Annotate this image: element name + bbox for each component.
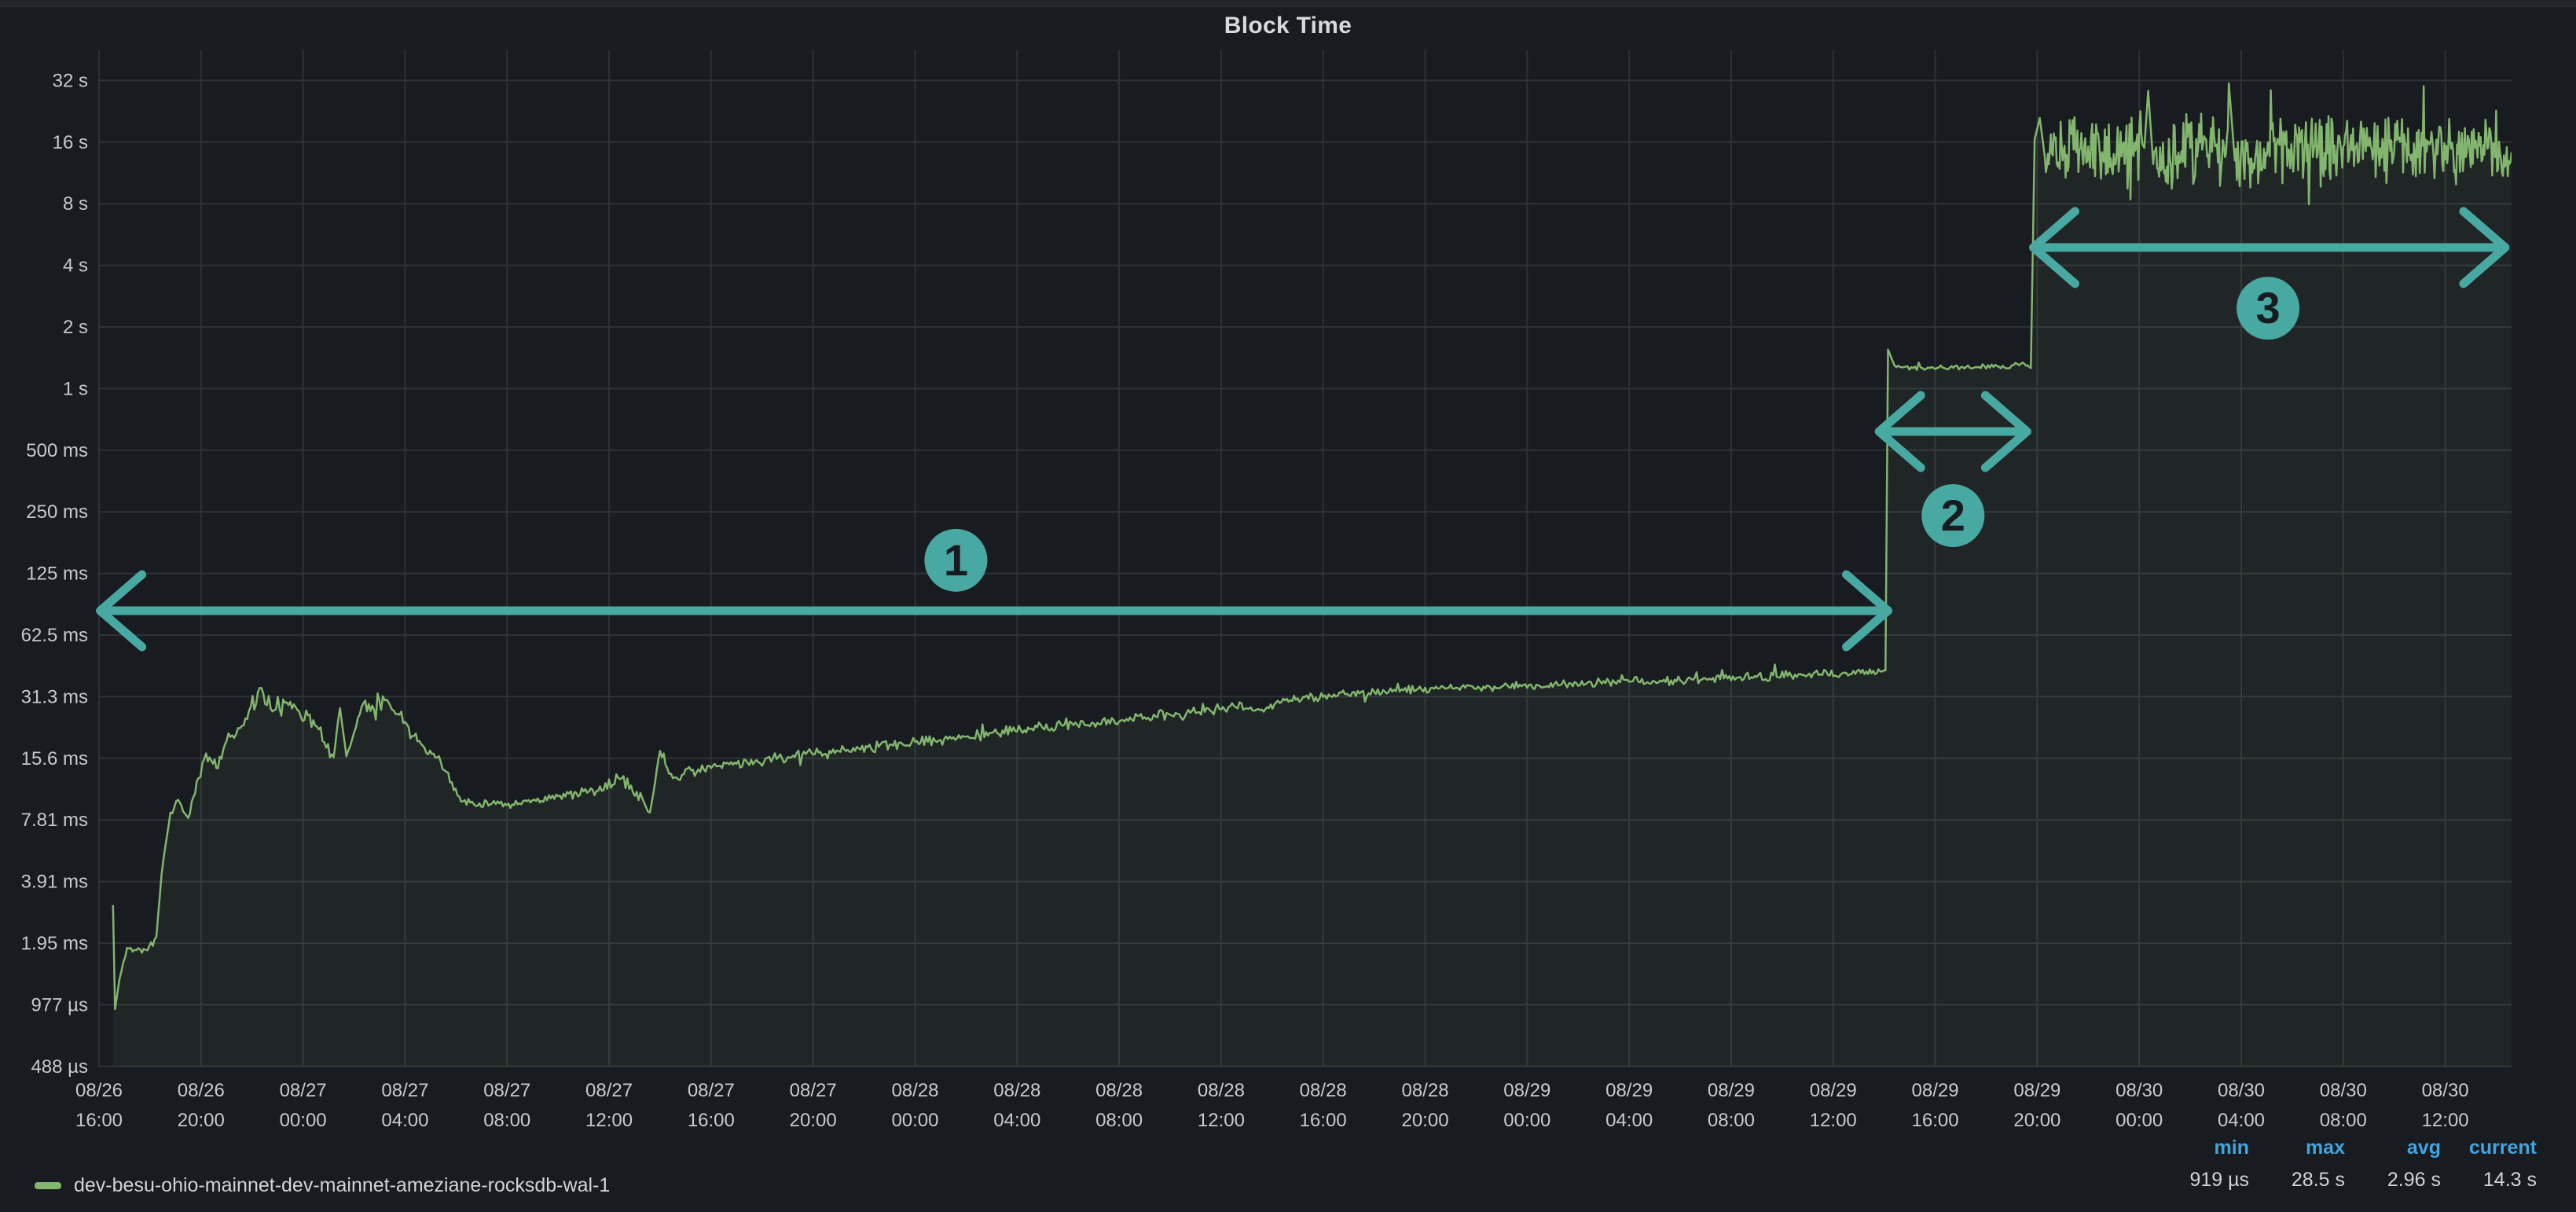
y-axis-tick-label: 488 µs xyxy=(31,1056,88,1078)
y-axis-tick-label: 3.91 ms xyxy=(21,872,88,893)
y-axis-tick-label: 1 s xyxy=(63,378,88,399)
x-axis-tick-label: 08/2820:00 xyxy=(1401,1080,1448,1131)
x-axis-tick-label: 08/2808:00 xyxy=(1095,1080,1143,1131)
x-axis-tick-label: 08/2812:00 xyxy=(1198,1080,1245,1131)
y-axis: 32 s 16 s 8 s 4 s 2 s 1 s 500 ms 250 ms 125 ms 62… xyxy=(21,70,88,1077)
stat-header-min[interactable]: min xyxy=(2180,1137,2249,1159)
stat-value-current: 14.3 s xyxy=(2468,1169,2537,1192)
x-axis-tick-label: 08/2616:00 xyxy=(75,1080,123,1131)
x-axis-tick-label: 08/3008:00 xyxy=(2320,1080,2367,1131)
y-axis-tick-label: 125 ms xyxy=(26,564,88,585)
series-area-fill xyxy=(113,83,2512,1067)
series-layer xyxy=(113,83,2512,1067)
legend-series-swatch[interactable] xyxy=(35,1182,61,1189)
x-axis-tick-label: 08/3004:00 xyxy=(2218,1080,2265,1131)
y-axis-tick-label: 15.6 ms xyxy=(21,748,88,769)
grafana-panel: Block Time 32 s16 s8 s4 s2 s1 s500 ms250… xyxy=(0,0,2576,1212)
x-axis-tick-label: 08/2716:00 xyxy=(688,1080,735,1131)
x-axis-tick-label: 08/2908:00 xyxy=(1708,1080,1755,1131)
badge-number: 1 xyxy=(944,535,968,585)
x-axis-tick-label: 08/2816:00 xyxy=(1300,1080,1347,1131)
x-axis-tick-label: 08/2704:00 xyxy=(381,1080,428,1131)
x-axis-tick-label: 08/2620:00 xyxy=(178,1080,225,1131)
y-axis-tick-label: 2 s xyxy=(63,317,88,338)
legend-item[interactable]: dev-besu-ohio-mainnet-dev-mainnet-amezia… xyxy=(35,1174,610,1197)
annotation-badge-2: 2 xyxy=(1921,484,1984,547)
y-axis-tick-label: 250 ms xyxy=(26,501,88,523)
y-axis-tick-label: 500 ms xyxy=(26,440,88,461)
x-axis-tick-label: 08/2920:00 xyxy=(2013,1080,2060,1131)
x-axis-tick-label: 08/2700:00 xyxy=(280,1080,327,1131)
y-axis-tick-label: 7.81 ms xyxy=(21,810,88,831)
chart-canvas[interactable]: 32 s 16 s 8 s 4 s 2 s 1 s 500 ms 250 ms 125 ms 62… xyxy=(0,0,2576,1212)
x-axis-tick-label: 08/2804:00 xyxy=(993,1080,1040,1131)
y-axis-tick-label: 62.5 ms xyxy=(21,625,88,646)
annotation-arrow-1 xyxy=(101,575,1888,647)
x-axis-tick-label: 08/2916:00 xyxy=(1912,1080,1959,1131)
badge-number: 2 xyxy=(1941,490,1965,540)
x-axis-tick-label: 08/2708:00 xyxy=(483,1080,530,1131)
x-axis-tick-label: 08/2912:00 xyxy=(1810,1080,1857,1131)
y-axis-tick-label: 1.95 ms xyxy=(21,933,88,954)
y-axis-tick-label: 977 µs xyxy=(31,994,88,1016)
stat-header-current[interactable]: current xyxy=(2468,1137,2537,1159)
y-axis-tick-label: 16 s xyxy=(53,132,88,153)
y-axis-tick-label: 4 s xyxy=(63,255,88,277)
x-axis-tick-label: 08/3000:00 xyxy=(2115,1080,2163,1131)
y-axis-tick-label: 32 s xyxy=(53,70,88,91)
x-axis-tick-label: 08/2800:00 xyxy=(891,1080,938,1131)
legend-series-label[interactable]: dev-besu-ohio-mainnet-dev-mainnet-amezia… xyxy=(74,1174,610,1197)
y-axis-tick-label: 8 s xyxy=(63,193,88,215)
x-axis-tick-label: 08/2720:00 xyxy=(790,1080,837,1131)
x-axis-tick-label: 08/2712:00 xyxy=(585,1080,633,1131)
x-axis: 08/2616:00 08/2620:00 08/2700:00 08/2704:00… xyxy=(75,1080,2469,1131)
x-axis-tick-label: 08/2904:00 xyxy=(1605,1080,1653,1131)
x-axis-tick-label: 08/3012:00 xyxy=(2422,1080,2469,1131)
y-axis-tick-label: 31.3 ms xyxy=(21,686,88,707)
stat-value-min: 919 µs xyxy=(2180,1169,2249,1192)
annotation-badge-3: 3 xyxy=(2237,277,2299,340)
stat-header-avg[interactable]: avg xyxy=(2372,1137,2441,1159)
annotation-badge-1: 1 xyxy=(924,529,987,592)
stat-value-avg: 2.96 s xyxy=(2372,1169,2441,1192)
stat-header-max[interactable]: max xyxy=(2276,1137,2345,1159)
x-axis-tick-label: 08/2900:00 xyxy=(1503,1080,1550,1131)
stat-value-max: 28.5 s xyxy=(2276,1169,2345,1192)
badge-number: 3 xyxy=(2256,283,2281,332)
legend-stats-table: min max avg current 919 µs 28.5 s 2.96 s… xyxy=(2180,1137,2537,1192)
